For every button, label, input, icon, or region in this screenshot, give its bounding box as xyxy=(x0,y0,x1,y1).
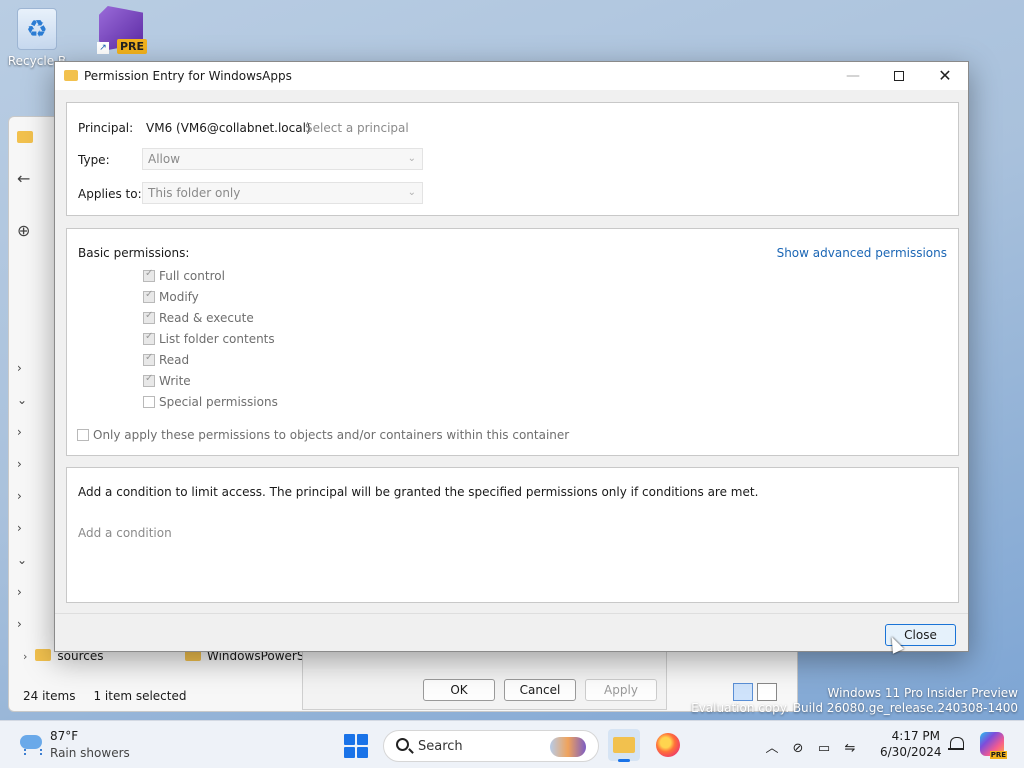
taskbar: 87°F Rain showers Search ︿ ⊘ ▭ ⇋ 4:17 PM 6/… xyxy=(0,720,1024,768)
apply-button[interactable]: Apply xyxy=(585,679,657,701)
principal-label: Principal: xyxy=(78,121,134,135)
special-permissions-checkbox[interactable]: Special permissions xyxy=(143,395,278,409)
chevron-down-icon[interactable]: ⌄ xyxy=(17,393,57,413)
permissions-panel: Basic permissions: Show advanced permiss… xyxy=(66,228,959,456)
maximize-button[interactable] xyxy=(876,62,922,90)
system-tray: ︿ ⊘ ▭ ⇋ xyxy=(764,737,868,757)
full-control-checkbox[interactable]: Full control xyxy=(143,268,225,283)
search-placeholder: Search xyxy=(418,739,463,754)
applies-to-dropdown[interactable]: This folder only ⌄ xyxy=(142,182,423,204)
visual-studio-icon: ↗ PRE xyxy=(95,6,147,56)
start-button[interactable] xyxy=(344,734,368,758)
chevron-right-icon[interactable]: › xyxy=(17,521,57,541)
modify-checkbox[interactable]: Modify xyxy=(143,289,199,304)
only-apply-checkbox[interactable]: Only apply these permissions to objects … xyxy=(77,428,569,442)
chevron-down-icon: ⌄ xyxy=(407,187,416,198)
list-folder-contents-checkbox[interactable]: List folder contents xyxy=(143,331,275,346)
minimize-button[interactable]: — xyxy=(830,62,876,90)
copilot-preview-badge: PRE xyxy=(989,751,1007,759)
visual-studio-desktop-icon[interactable]: ↗ PRE xyxy=(86,6,156,56)
chevron-right-icon[interactable]: › xyxy=(17,457,57,477)
recycle-bin-desktop-icon[interactable]: Recycle B xyxy=(2,8,72,68)
dialog-footer: Close xyxy=(55,613,968,651)
chevron-right-icon[interactable]: › xyxy=(17,425,57,445)
temperature: 87°F xyxy=(50,729,79,743)
file-explorer-taskbar-icon[interactable] xyxy=(608,729,640,762)
chevron-right-icon: › xyxy=(23,650,28,663)
chevron-right-icon[interactable]: › xyxy=(17,585,57,605)
preview-badge: PRE xyxy=(116,39,147,54)
chevron-right-icon[interactable]: › xyxy=(17,489,57,509)
advanced-security-dialog: OK Cancel Apply xyxy=(302,648,667,710)
windows-logo-icon xyxy=(344,734,355,745)
new-plus-icon[interactable]: ⊕ xyxy=(17,221,57,241)
cancel-button[interactable]: Cancel xyxy=(504,679,576,701)
rain-cloud-icon xyxy=(18,733,44,755)
clock[interactable]: 4:17 PM 6/30/2024 xyxy=(880,728,942,760)
maximize-icon xyxy=(894,71,904,81)
type-label: Type: xyxy=(78,153,110,167)
display-icon[interactable]: ▭ xyxy=(816,741,832,757)
copilot-icon[interactable]: PRE xyxy=(980,732,1007,759)
accessibility-icon[interactable]: ⇋ xyxy=(842,741,858,757)
firefox-taskbar-icon[interactable] xyxy=(652,729,684,761)
add-condition-link[interactable]: Add a condition xyxy=(78,526,172,540)
principal-panel: Principal: VM6 (VM6@collabnet.local) Sel… xyxy=(66,102,959,216)
shortcut-arrow-icon: ↗ xyxy=(97,42,109,54)
chevron-down-icon[interactable]: ⌄ xyxy=(17,553,57,573)
search-highlight-icon xyxy=(550,737,586,757)
close-window-button[interactable]: ✕ xyxy=(922,62,968,90)
chevron-up-icon[interactable]: ︿ xyxy=(764,737,780,756)
condition-description: Add a condition to limit access. The pri… xyxy=(78,485,759,499)
permission-entry-dialog: Permission Entry for WindowsApps — ✕ Pri… xyxy=(54,61,969,652)
condition-panel: Add a condition to limit access. The pri… xyxy=(66,467,959,603)
windows-watermark: Windows 11 Pro Insider Preview Evaluatio… xyxy=(691,686,1018,715)
basic-permissions-label: Basic permissions: xyxy=(78,246,190,260)
folder-icon xyxy=(17,131,57,151)
principal-value: VM6 (VM6@collabnet.local) xyxy=(146,121,311,135)
status-bar: 24 items 1 item selected xyxy=(23,689,187,703)
search-icon xyxy=(396,738,409,751)
dialog-title: Permission Entry for WindowsApps xyxy=(84,69,292,83)
chevron-right-icon[interactable]: › xyxy=(17,617,57,637)
back-arrow-icon[interactable]: ← xyxy=(17,169,57,189)
type-dropdown[interactable]: Allow ⌄ xyxy=(142,148,423,170)
chevron-right-icon[interactable]: › xyxy=(17,361,57,381)
show-advanced-permissions-link[interactable]: Show advanced permissions xyxy=(777,246,947,260)
read-execute-checkbox[interactable]: Read & execute xyxy=(143,310,254,325)
notification-bell-icon[interactable] xyxy=(948,736,964,752)
recycle-bin-icon xyxy=(17,8,57,50)
chevron-down-icon: ⌄ xyxy=(407,153,416,164)
ok-button[interactable]: OK xyxy=(423,679,495,701)
read-checkbox[interactable]: Read xyxy=(143,352,189,367)
taskbar-search[interactable]: Search xyxy=(383,730,599,762)
write-checkbox[interactable]: Write xyxy=(143,373,191,388)
select-principal-link[interactable]: Select a principal xyxy=(305,121,409,135)
weather-condition: Rain showers xyxy=(50,746,130,760)
folder-icon xyxy=(35,649,52,661)
title-bar: Permission Entry for WindowsApps — ✕ xyxy=(55,62,968,90)
network-disconnected-icon[interactable]: ⊘ xyxy=(790,741,806,757)
folder-icon xyxy=(64,70,78,81)
applies-to-label: Applies to: xyxy=(78,187,142,201)
